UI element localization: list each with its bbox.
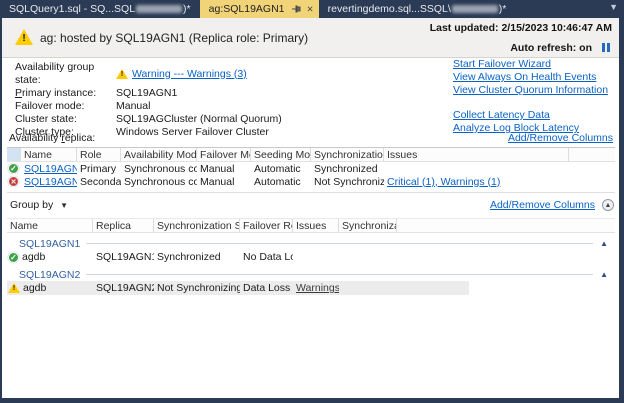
status-icon <box>8 283 20 293</box>
ag-details: Availability group state: Warning --- Wa… <box>15 61 282 139</box>
tab-label-suffix: )* <box>183 3 191 15</box>
tab-label: SQLQuery1.sql - SQ...SQL <box>9 3 135 15</box>
warnings-link[interactable]: Warning --- Warnings (3) <box>132 68 247 81</box>
collapse-group-icon[interactable]: ▲ <box>600 239 608 248</box>
group-by-toolbar: Group by ▼ Add/Remove Columns ▲ <box>10 198 614 212</box>
tab-label: revertingdemo.sql...SSQL\ <box>328 3 451 15</box>
table-row[interactable]: SQL19AGN1 Primary Synchronous commit Man… <box>7 162 615 175</box>
detail-value-cluster-state: SQL19AGCluster (Normal Quorum) <box>116 113 282 126</box>
collapse-group-icon[interactable]: ▲ <box>600 270 608 279</box>
tab-list-chevron-icon[interactable]: ▼ <box>609 2 618 12</box>
column-header[interactable]: Synchronization State <box>311 148 384 161</box>
replica-section-label: Availability replica: <box>9 132 95 144</box>
collect-latency-data-link[interactable]: Collect Latency Data <box>453 109 608 122</box>
tab-revertingdemo[interactable]: revertingdemo.sql...SSQL\ )* <box>319 0 516 18</box>
column-header[interactable]: Failover Readi... <box>240 219 293 232</box>
detail-value-cluster-type: Windows Server Failover Cluster <box>116 126 282 139</box>
replica-link[interactable]: SQL19AGN2 <box>24 176 77 188</box>
issues-link[interactable]: Critical (1), Warnings (1) <box>387 176 500 188</box>
column-header[interactable]: Failover Mode <box>197 148 251 161</box>
ssms-window: SQLQuery1.sql - SQ...SQL )* ag:SQL19AGN1 … <box>0 0 624 403</box>
view-quorum-info-link[interactable]: View Cluster Quorum Information <box>453 84 608 97</box>
pause-icon[interactable] <box>600 43 610 55</box>
table-row[interactable]: SQL19AGN2 Secondary Synchronous commit M… <box>7 175 615 188</box>
group-header-row[interactable]: SQL19AGN1 ▲ <box>7 237 615 250</box>
tab-label-suffix: )* <box>499 3 507 15</box>
warning-icon <box>15 29 33 45</box>
column-header[interactable]: Name <box>7 219 93 232</box>
column-header[interactable]: Name <box>21 148 77 161</box>
column-header[interactable]: Synchronizatio... <box>339 219 397 232</box>
column-header[interactable]: Synchronization State <box>154 219 240 232</box>
dashboard-header: ag: hosted by SQL19AGN1 (Replica role: P… <box>2 18 619 58</box>
status-icon <box>8 163 19 174</box>
tab-sqlquery1[interactable]: SQLQuery1.sql - SQ...SQL )* <box>0 0 200 18</box>
last-updated-text: Last updated: 2/15/2023 10:46:47 AM <box>430 22 612 34</box>
table-row-selected[interactable]: agdb SQL19AGN2 Not Synchronizing Data Lo… <box>7 281 469 295</box>
view-health-events-link[interactable]: View Always On Health Events <box>453 71 608 84</box>
action-links: Start Failover Wizard View Always On Hea… <box>453 58 608 135</box>
group-by-dropdown[interactable]: Group by ▼ <box>10 199 68 211</box>
add-remove-columns-link[interactable]: Add/Remove Columns <box>508 132 613 144</box>
column-header[interactable]: Availability Mode <box>121 148 197 161</box>
column-header[interactable]: Replica <box>93 219 154 232</box>
redacted-text <box>452 5 498 13</box>
add-remove-columns-link[interactable]: Add/Remove Columns <box>490 199 595 211</box>
tab-ag-sql19agn1[interactable]: ag:SQL19AGN1 ✕ <box>200 0 319 18</box>
column-header[interactable]: Role <box>77 148 121 161</box>
chevron-down-icon: ▼ <box>60 201 68 210</box>
replica-link[interactable]: SQL19AGN1 <box>24 163 77 175</box>
detail-label: Availability group state: <box>15 61 116 87</box>
warnings-link[interactable]: Warnings ... <box>296 282 339 294</box>
dashboard-panel: ag: hosted by SQL19AGN1 (Replica role: P… <box>2 18 619 398</box>
detail-value-primary-instance: SQL19AGN1 <box>116 87 282 100</box>
auto-refresh-label: Auto refresh: on <box>510 42 592 54</box>
detail-value-failover-mode: Manual <box>116 100 282 113</box>
column-header[interactable]: Issues <box>384 148 569 161</box>
database-table: Name Replica Synchronization State Failo… <box>7 218 615 295</box>
pin-icon[interactable] <box>292 5 301 14</box>
replica-table-header: Name Role Availability Mode Failover Mod… <box>7 147 615 162</box>
document-tab-bar: SQLQuery1.sql - SQ...SQL )* ag:SQL19AGN1 … <box>0 0 624 18</box>
replica-table: Name Role Availability Mode Failover Mod… <box>7 147 615 193</box>
column-header[interactable]: Issues <box>293 219 339 232</box>
collapse-panel-button[interactable]: ▲ <box>602 199 614 211</box>
detail-label: Primary instance: <box>15 87 116 100</box>
status-icon <box>8 252 19 263</box>
column-header[interactable]: Seeding Mode <box>251 148 311 161</box>
detail-label: Failover mode: <box>15 100 116 113</box>
page-title: ag: hosted by SQL19AGN1 (Replica role: P… <box>40 31 308 45</box>
status-icon <box>8 176 19 187</box>
table-row[interactable]: agdb SQL19AGN1 Synchronized No Data Loss <box>7 250 615 264</box>
status-column-header <box>7 148 21 161</box>
detail-value-group-state: Warning --- Warnings (3) <box>116 61 282 87</box>
redacted-text <box>136 5 182 13</box>
database-table-header: Name Replica Synchronization State Failo… <box>7 218 615 233</box>
close-icon[interactable]: ✕ <box>307 4 314 15</box>
warning-icon <box>116 69 128 79</box>
start-failover-wizard-link[interactable]: Start Failover Wizard <box>453 58 608 71</box>
tab-label: ag:SQL19AGN1 <box>209 3 285 15</box>
detail-label: Cluster state: <box>15 113 116 126</box>
group-header-row[interactable]: SQL19AGN2 ▲ <box>7 268 615 281</box>
